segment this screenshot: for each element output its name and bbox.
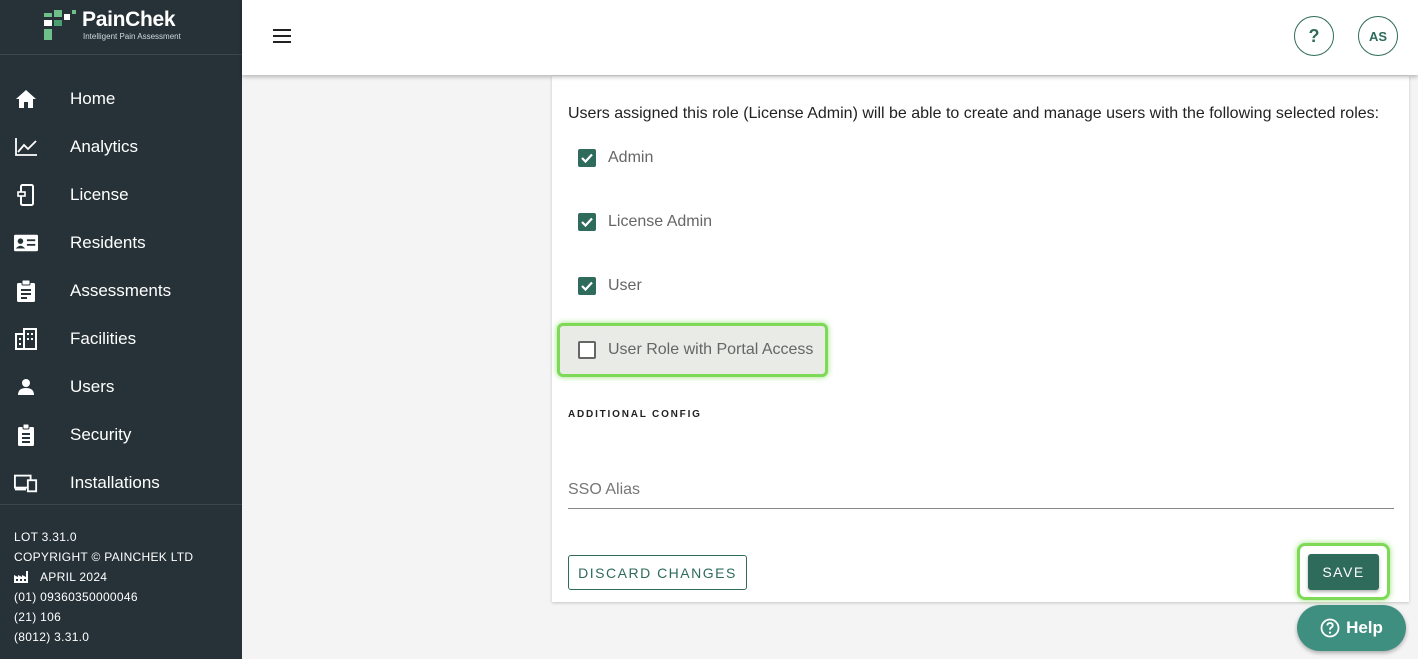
udi-line-1: (01) 09360350000046 <box>14 590 138 604</box>
sidebar-item-label: Security <box>70 425 132 444</box>
help-fab-button[interactable]: Help <box>1297 605 1406 651</box>
brand: PainChek Intelligent Pain Assessment <box>0 0 242 55</box>
role-option-license-admin[interactable]: License Admin <box>568 198 724 246</box>
painchek-logo-icon <box>44 10 76 40</box>
role-option-user-portal-access[interactable]: User Role with Portal Access <box>557 323 829 377</box>
avatar[interactable]: AS <box>1358 16 1398 56</box>
license-icon <box>14 183 38 207</box>
udi-line-3: (8012) 3.31.0 <box>14 630 90 644</box>
installations-icon <box>14 471 38 495</box>
checkbox-checked-icon[interactable] <box>578 277 596 295</box>
role-option-label: User Role with Portal Access <box>608 341 814 358</box>
analytics-icon <box>14 135 38 159</box>
security-icon <box>14 423 38 447</box>
role-description: Users assigned this role (License Admin)… <box>568 105 1380 122</box>
sidebar-item-facilities[interactable]: Facilities <box>0 315 242 363</box>
sidebar-item-label: Assessments <box>70 281 172 300</box>
sidebar-item-label: Analytics <box>70 137 139 156</box>
sso-alias-input[interactable]: SSO Alias <box>568 476 1394 509</box>
sidebar-item-security[interactable]: Security <box>0 411 242 459</box>
users-icon <box>14 375 38 399</box>
checkbox-unchecked-icon[interactable] <box>578 341 596 359</box>
role-option-user[interactable]: User <box>568 262 654 310</box>
role-option-label: License Admin <box>608 213 713 230</box>
question-circle-icon <box>1320 618 1340 638</box>
save-highlight: SAVE <box>1297 543 1390 600</box>
save-button[interactable]: SAVE <box>1308 553 1379 590</box>
sidebar-item-label: Users <box>70 377 115 396</box>
copyright: COPYRIGHT © PAINCHEK LTD <box>14 550 194 564</box>
checkbox-checked-icon[interactable] <box>578 149 596 167</box>
sidebar-item-residents[interactable]: Residents <box>0 219 242 267</box>
sidebar-item-analytics[interactable]: Analytics <box>0 123 242 171</box>
sidebar-divider <box>0 504 242 505</box>
sidebar-item-label: Residents <box>70 233 146 252</box>
version-info: LOT 3.31.0 COPYRIGHT © PAINCHEK LTD APRI… <box>14 527 193 647</box>
sidebar-item-license[interactable]: License <box>0 171 242 219</box>
sidebar-item-assessments[interactable]: Assessments <box>0 267 242 315</box>
sidebar-item-installations[interactable]: Installations <box>0 459 242 507</box>
sidebar: PainChek Intelligent Pain Assessment Hom… <box>0 0 242 659</box>
role-permissions-card: Users assigned this role (License Admin)… <box>552 76 1409 602</box>
menu-icon[interactable] <box>272 26 292 46</box>
udi-line-2: (21) 106 <box>14 610 62 624</box>
lot-number: LOT 3.31.0 <box>14 530 77 544</box>
sidebar-nav: Home Analytics License Residents Assessm… <box>0 75 242 507</box>
residents-icon <box>14 231 38 255</box>
brand-name: PainChek <box>82 8 176 31</box>
sidebar-item-label: License <box>70 185 129 204</box>
discard-changes-button[interactable]: DISCARD CHANGES <box>568 555 747 590</box>
manufacture-date-text: APRIL 2024 <box>40 570 108 584</box>
brand-tagline: Intelligent Pain Assessment <box>83 32 181 41</box>
sidebar-item-label: Home <box>70 89 116 108</box>
role-option-admin[interactable]: Admin <box>568 134 665 182</box>
additional-config-heading: ADDITIONAL CONFIG <box>568 409 702 420</box>
sidebar-item-home[interactable]: Home <box>0 75 242 123</box>
factory-icon <box>14 571 28 583</box>
sidebar-item-label: Installations <box>70 473 160 492</box>
facilities-icon <box>14 327 38 351</box>
help-button[interactable]: ? <box>1294 16 1334 56</box>
role-option-label: User <box>608 277 642 294</box>
assessments-icon <box>14 279 38 303</box>
role-option-label: Admin <box>608 149 654 166</box>
manufacture-date: APRIL 2024 <box>14 567 193 587</box>
home-icon <box>14 87 38 111</box>
sidebar-item-label: Facilities <box>70 329 137 348</box>
checkbox-checked-icon[interactable] <box>578 213 596 231</box>
top-bar: ? AS <box>242 0 1418 75</box>
sidebar-item-users[interactable]: Users <box>0 363 242 411</box>
help-fab-label: Help <box>1346 618 1383 637</box>
